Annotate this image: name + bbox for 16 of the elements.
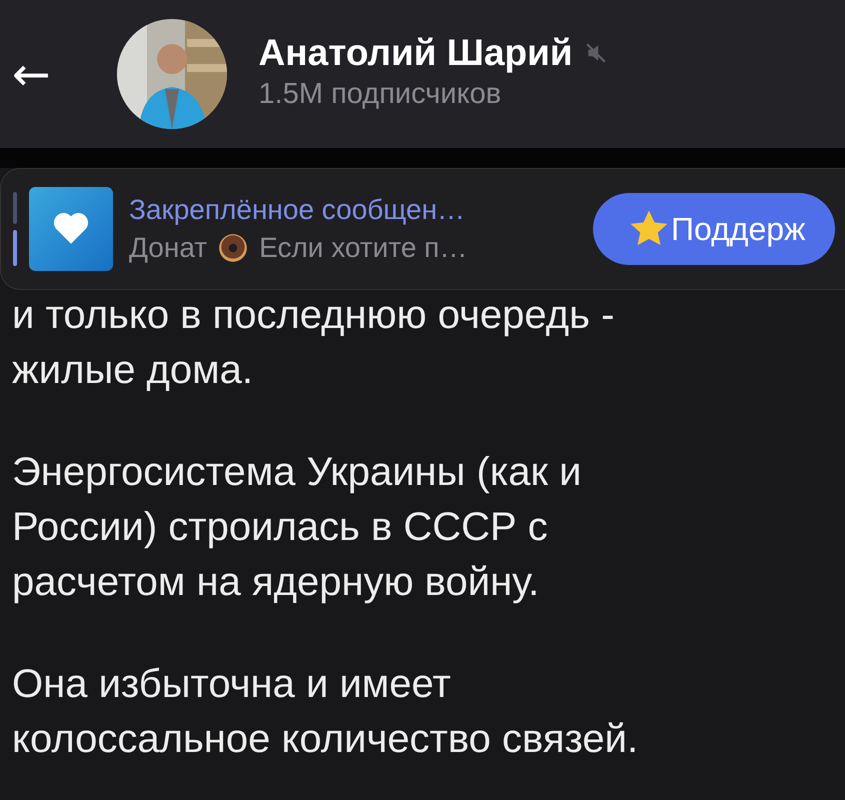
subscriber-count: 1.5M подписчиков [258, 78, 502, 110]
message-text: колоссальное количество связей. [12, 716, 640, 763]
message-text: жилые дома. [12, 347, 254, 394]
message-text: расчетом на ядерную войну. [12, 559, 540, 606]
pinned-message-bar[interactable]: Закреплённое сообщен… Донат Если хотите п… Поддерж [0, 168, 845, 290]
message-text: Энергосистема Украины (как и [12, 449, 582, 496]
message-text: Она избыточна и имеет [12, 661, 452, 708]
preview-label: Донат [129, 232, 208, 264]
pinned-title: Закреплённое сообщен… [129, 194, 466, 226]
support-button[interactable]: Поддерж [593, 193, 836, 265]
preview-text: Если хотите п… [259, 232, 468, 264]
donut-icon [217, 232, 250, 264]
channel-name: Анатолий Шарий [258, 32, 573, 74]
message-text: и только в последнюю очередь - [12, 292, 616, 339]
message-text: России) строилась в СССР с [12, 504, 549, 551]
back-button[interactable]: ← [6, 51, 57, 97]
